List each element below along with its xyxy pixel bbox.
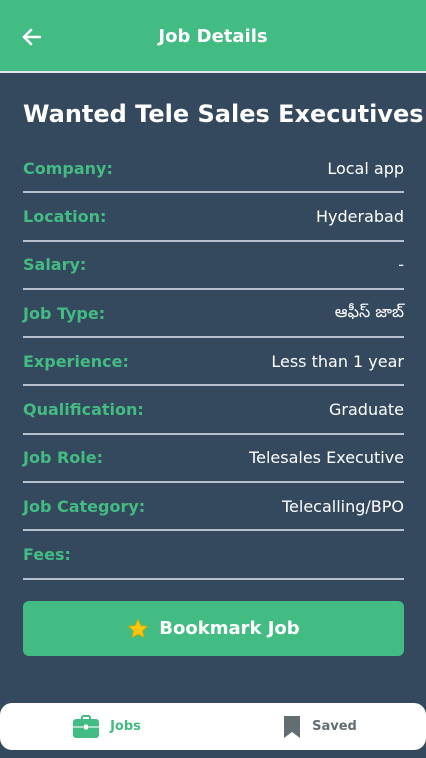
detail-row-experience: Experience: Less than 1 year [23, 338, 404, 387]
detail-row-company: Company: Local app [23, 145, 404, 194]
detail-label: Job Category: [23, 496, 146, 516]
nav-item-saved[interactable]: Saved [213, 703, 426, 750]
detail-value: Telecalling/BPO [281, 496, 404, 516]
detail-label: Experience: [23, 351, 129, 371]
detail-row-job-type: Job Type: ఆఫీస్ జాబ్ [23, 290, 404, 339]
detail-label: Job Type: [23, 303, 106, 323]
detail-value: Less than 1 year [271, 351, 404, 371]
star-icon [128, 618, 149, 638]
bookmark-job-label: Bookmark Job [159, 618, 300, 639]
detail-value: Graduate [329, 400, 404, 420]
detail-label: Location: [23, 206, 107, 226]
briefcase-icon [73, 714, 100, 738]
detail-row-salary: Salary: - [23, 242, 404, 290]
detail-label: Company: [23, 158, 113, 178]
nav-item-jobs[interactable]: Jobs [0, 703, 213, 750]
detail-row-location: Location: Hyderabad [23, 193, 404, 242]
detail-row-qualification: Qualification: Graduate [23, 386, 404, 435]
detail-value: - [398, 255, 404, 275]
nav-label-saved: Saved [312, 719, 357, 734]
detail-row-job-role: Job Role: Telesales Executive [23, 435, 404, 484]
detail-row-fees: Fees: [23, 531, 404, 580]
nav-label-jobs: Jobs [110, 719, 141, 734]
job-title: Wanted Tele Sales Executives [23, 100, 424, 128]
detail-row-job-category: Job Category: Telecalling/BPO [23, 483, 404, 532]
app-bar: Job Details [0, 0, 426, 73]
detail-value: Hyderabad [316, 206, 404, 226]
bottom-nav: Jobs Saved [0, 703, 426, 750]
detail-value: Telesales Executive [249, 448, 404, 468]
detail-value: ఆఫీస్ జాబ్ [334, 301, 404, 321]
job-details-list: Company: Local app Location: Hyderabad S… [23, 145, 404, 580]
bookmark-icon [284, 715, 301, 738]
detail-label: Salary: [23, 255, 87, 275]
detail-label: Qualification: [23, 400, 144, 420]
detail-label: Fees: [23, 545, 71, 565]
page-title: Job Details [158, 26, 268, 47]
detail-value: Local app [327, 158, 404, 178]
bookmark-job-button[interactable]: Bookmark Job [23, 601, 404, 656]
detail-label: Job Role: [23, 448, 104, 468]
